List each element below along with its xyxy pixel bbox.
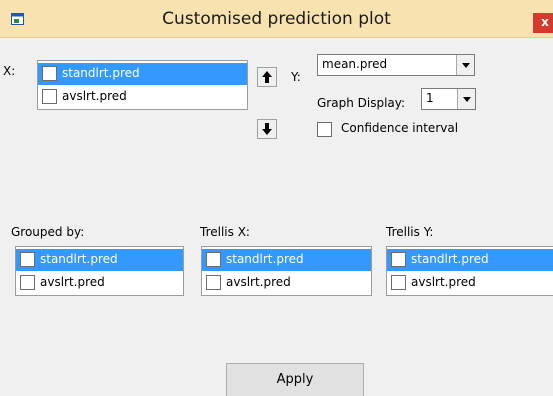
move-down-button[interactable] bbox=[257, 119, 277, 139]
item-checkbox[interactable] bbox=[391, 252, 406, 267]
list-item[interactable]: avslrt.pred bbox=[16, 272, 183, 294]
list-item[interactable]: avslrt.pred bbox=[202, 272, 371, 294]
item-checkbox[interactable] bbox=[42, 89, 57, 104]
chevron-down-icon bbox=[463, 97, 471, 102]
window-title: Customised prediction plot bbox=[162, 9, 391, 29]
graph-display-select[interactable]: 1 bbox=[421, 88, 476, 110]
dropdown-button[interactable] bbox=[456, 55, 474, 75]
x-variable-list[interactable]: standlrt.pred avslrt.pred bbox=[37, 60, 248, 110]
item-checkbox[interactable] bbox=[20, 252, 35, 267]
item-label: avslrt.pred bbox=[226, 275, 291, 289]
list-item[interactable]: avslrt.pred bbox=[38, 86, 247, 108]
item-checkbox[interactable] bbox=[42, 66, 57, 81]
list-item[interactable]: standlrt.pred bbox=[387, 249, 553, 271]
item-label: avslrt.pred bbox=[411, 275, 476, 289]
move-up-button[interactable] bbox=[257, 67, 277, 87]
list-item[interactable]: standlrt.pred bbox=[38, 63, 247, 85]
list-item[interactable]: standlrt.pred bbox=[202, 249, 371, 271]
trellis-x-list[interactable]: standlrt.pred avslrt.pred bbox=[201, 246, 372, 296]
arrow-down-icon bbox=[262, 123, 272, 135]
item-label: standlrt.pred bbox=[411, 252, 489, 266]
y-label: Y: bbox=[291, 70, 301, 84]
list-item[interactable]: standlrt.pred bbox=[16, 249, 183, 271]
item-checkbox[interactable] bbox=[206, 275, 221, 290]
item-checkbox[interactable] bbox=[391, 275, 406, 290]
confidence-interval-checkbox[interactable] bbox=[317, 122, 332, 137]
item-label: avslrt.pred bbox=[40, 275, 105, 289]
grouped-by-list[interactable]: standlrt.pred avslrt.pred bbox=[15, 246, 184, 296]
title-bar: Customised prediction plot x bbox=[0, 0, 553, 38]
apply-button[interactable]: Apply bbox=[226, 363, 364, 396]
item-label: avslrt.pred bbox=[62, 89, 127, 103]
dropdown-button[interactable] bbox=[457, 89, 475, 109]
y-variable-select[interactable]: mean.pred bbox=[317, 54, 475, 76]
item-checkbox[interactable] bbox=[20, 275, 35, 290]
x-label: X: bbox=[3, 64, 16, 78]
item-label: standlrt.pred bbox=[40, 252, 118, 266]
grouped-by-label: Grouped by: bbox=[11, 225, 85, 239]
item-checkbox[interactable] bbox=[206, 252, 221, 267]
chevron-down-icon bbox=[462, 63, 470, 68]
item-label: standlrt.pred bbox=[62, 66, 140, 80]
arrow-up-icon bbox=[262, 71, 272, 83]
y-selected-value: mean.pred bbox=[322, 57, 388, 71]
trellis-x-label: Trellis X: bbox=[200, 225, 250, 239]
graph-display-label: Graph Display: bbox=[317, 96, 406, 110]
item-label: standlrt.pred bbox=[226, 252, 304, 266]
confidence-interval-label: Confidence interval bbox=[341, 121, 459, 135]
trellis-y-label: Trellis Y: bbox=[386, 225, 434, 239]
close-button[interactable]: x bbox=[533, 13, 553, 33]
list-item[interactable]: avslrt.pred bbox=[387, 272, 553, 294]
graph-display-value: 1 bbox=[426, 91, 434, 105]
trellis-y-list[interactable]: standlrt.pred avslrt.pred bbox=[386, 246, 553, 296]
